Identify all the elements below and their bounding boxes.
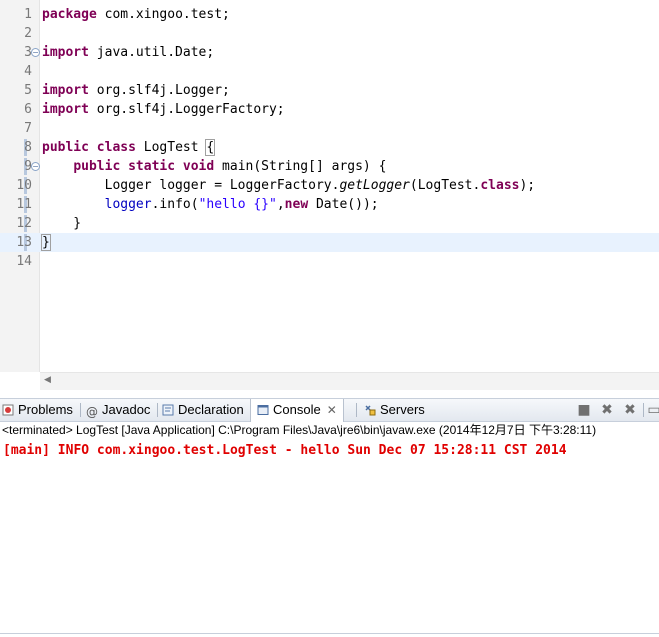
code-line[interactable]: 5 import org.slf4j.Logger; xyxy=(0,81,659,100)
declaration-icon xyxy=(162,404,174,416)
line-number: 2 xyxy=(24,26,32,41)
close-icon[interactable]: ✕ xyxy=(327,400,337,421)
matching-bracket: } xyxy=(41,234,51,251)
line-number: 10 xyxy=(16,178,32,193)
code-text: } xyxy=(42,216,82,231)
text-caret xyxy=(49,234,51,249)
code-line[interactable]: 10 Logger logger = LoggerFactory.getLogg… xyxy=(0,176,659,195)
code-text: import java.util.Date; xyxy=(42,45,215,60)
console-process-status: <terminated> LogTest [Java Application] … xyxy=(2,423,597,437)
code-text: Logger logger = LoggerFactory.getLogger(… xyxy=(42,178,536,193)
line-number: 5 xyxy=(24,83,32,98)
line-number: 14 xyxy=(16,254,32,269)
line-number: 6 xyxy=(24,102,32,117)
horizontal-scrollbar[interactable]: ◀ xyxy=(40,372,659,390)
code-line[interactable]: 4 xyxy=(0,62,659,81)
line-number: 1 xyxy=(24,7,32,22)
at-icon: @ xyxy=(86,405,98,419)
code-line[interactable]: 9 − public static void main(String[] arg… xyxy=(0,157,659,176)
code-text: } xyxy=(41,233,51,252)
tab-label: Console xyxy=(273,402,321,417)
remove-launch-icon[interactable]: ✖ xyxy=(599,402,615,418)
code-text: public class LogTest { xyxy=(42,139,216,156)
code-line[interactable]: 12 } xyxy=(0,214,659,233)
terminate-icon[interactable]: ■ xyxy=(576,402,592,418)
panel-tab-bar: Problems @ Javadoc Declaration Console ✕ S… xyxy=(0,398,659,422)
console-output-line[interactable]: [main] INFO com.xingoo.test.LogTest - he… xyxy=(3,442,567,460)
tab-servers[interactable]: Servers xyxy=(364,399,425,421)
fold-collapse-icon[interactable]: − xyxy=(31,48,40,57)
current-code-line[interactable]: 13 } xyxy=(0,233,659,252)
line-number: 12 xyxy=(16,216,32,231)
code-line[interactable]: 6 import org.slf4j.LoggerFactory; xyxy=(0,100,659,119)
tab-label: Problems xyxy=(18,402,73,417)
code-line[interactable]: 7 xyxy=(0,119,659,138)
servers-icon xyxy=(365,405,376,416)
code-line[interactable]: 8 public class LogTest { xyxy=(0,138,659,157)
tab-divider xyxy=(356,403,357,417)
line-number: 3 xyxy=(24,45,32,60)
tab-divider xyxy=(157,403,158,417)
tab-problems[interactable]: Problems xyxy=(2,399,73,421)
code-line[interactable]: 11 logger.info("hello {}",new Date()); xyxy=(0,195,659,214)
code-line[interactable]: 2 xyxy=(0,24,659,43)
code-line[interactable]: 14 xyxy=(0,252,659,271)
line-number: 11 xyxy=(16,197,32,212)
tab-declaration[interactable]: Declaration xyxy=(162,399,244,421)
remove-all-terminated-icon[interactable]: ✖ xyxy=(622,402,638,418)
tab-javadoc[interactable]: @ Javadoc xyxy=(86,399,150,421)
panel-bottom-border xyxy=(0,633,659,634)
bottom-panel: Problems @ Javadoc Declaration Console ✕ S… xyxy=(0,390,659,637)
line-number: 4 xyxy=(24,64,32,79)
problems-icon xyxy=(2,404,14,416)
tab-label: Declaration xyxy=(178,402,244,417)
code-editor[interactable]: 1 package com.xingoo.test; 2 3 − import … xyxy=(0,0,659,372)
console-icon xyxy=(257,405,269,415)
code-text: logger.info("hello {}",new Date()); xyxy=(104,197,379,212)
line-number: 9 xyxy=(24,159,32,174)
code-line[interactable]: 3 − import java.util.Date; xyxy=(0,43,659,62)
tab-label: Servers xyxy=(380,402,425,417)
line-number: 7 xyxy=(24,121,32,136)
code-text: public static void main(String[] args) { xyxy=(73,159,387,174)
line-number: 8 xyxy=(24,140,32,155)
clear-console-icon[interactable]: ▭ xyxy=(646,402,659,418)
line-number: 13 xyxy=(16,235,32,250)
tab-divider xyxy=(80,403,81,417)
toolbar-divider xyxy=(643,403,644,417)
code-text: package com.xingoo.test; xyxy=(42,7,230,22)
code-text: import org.slf4j.Logger; xyxy=(42,83,230,98)
tab-console[interactable]: Console ✕ xyxy=(250,399,344,422)
fold-collapse-icon[interactable]: − xyxy=(31,162,40,171)
matching-bracket: { xyxy=(205,139,216,156)
code-line[interactable]: 1 package com.xingoo.test; xyxy=(0,5,659,24)
tab-label: Javadoc xyxy=(102,402,151,417)
code-text: import org.slf4j.LoggerFactory; xyxy=(42,102,285,117)
scroll-left-icon[interactable]: ◀ xyxy=(44,375,51,385)
